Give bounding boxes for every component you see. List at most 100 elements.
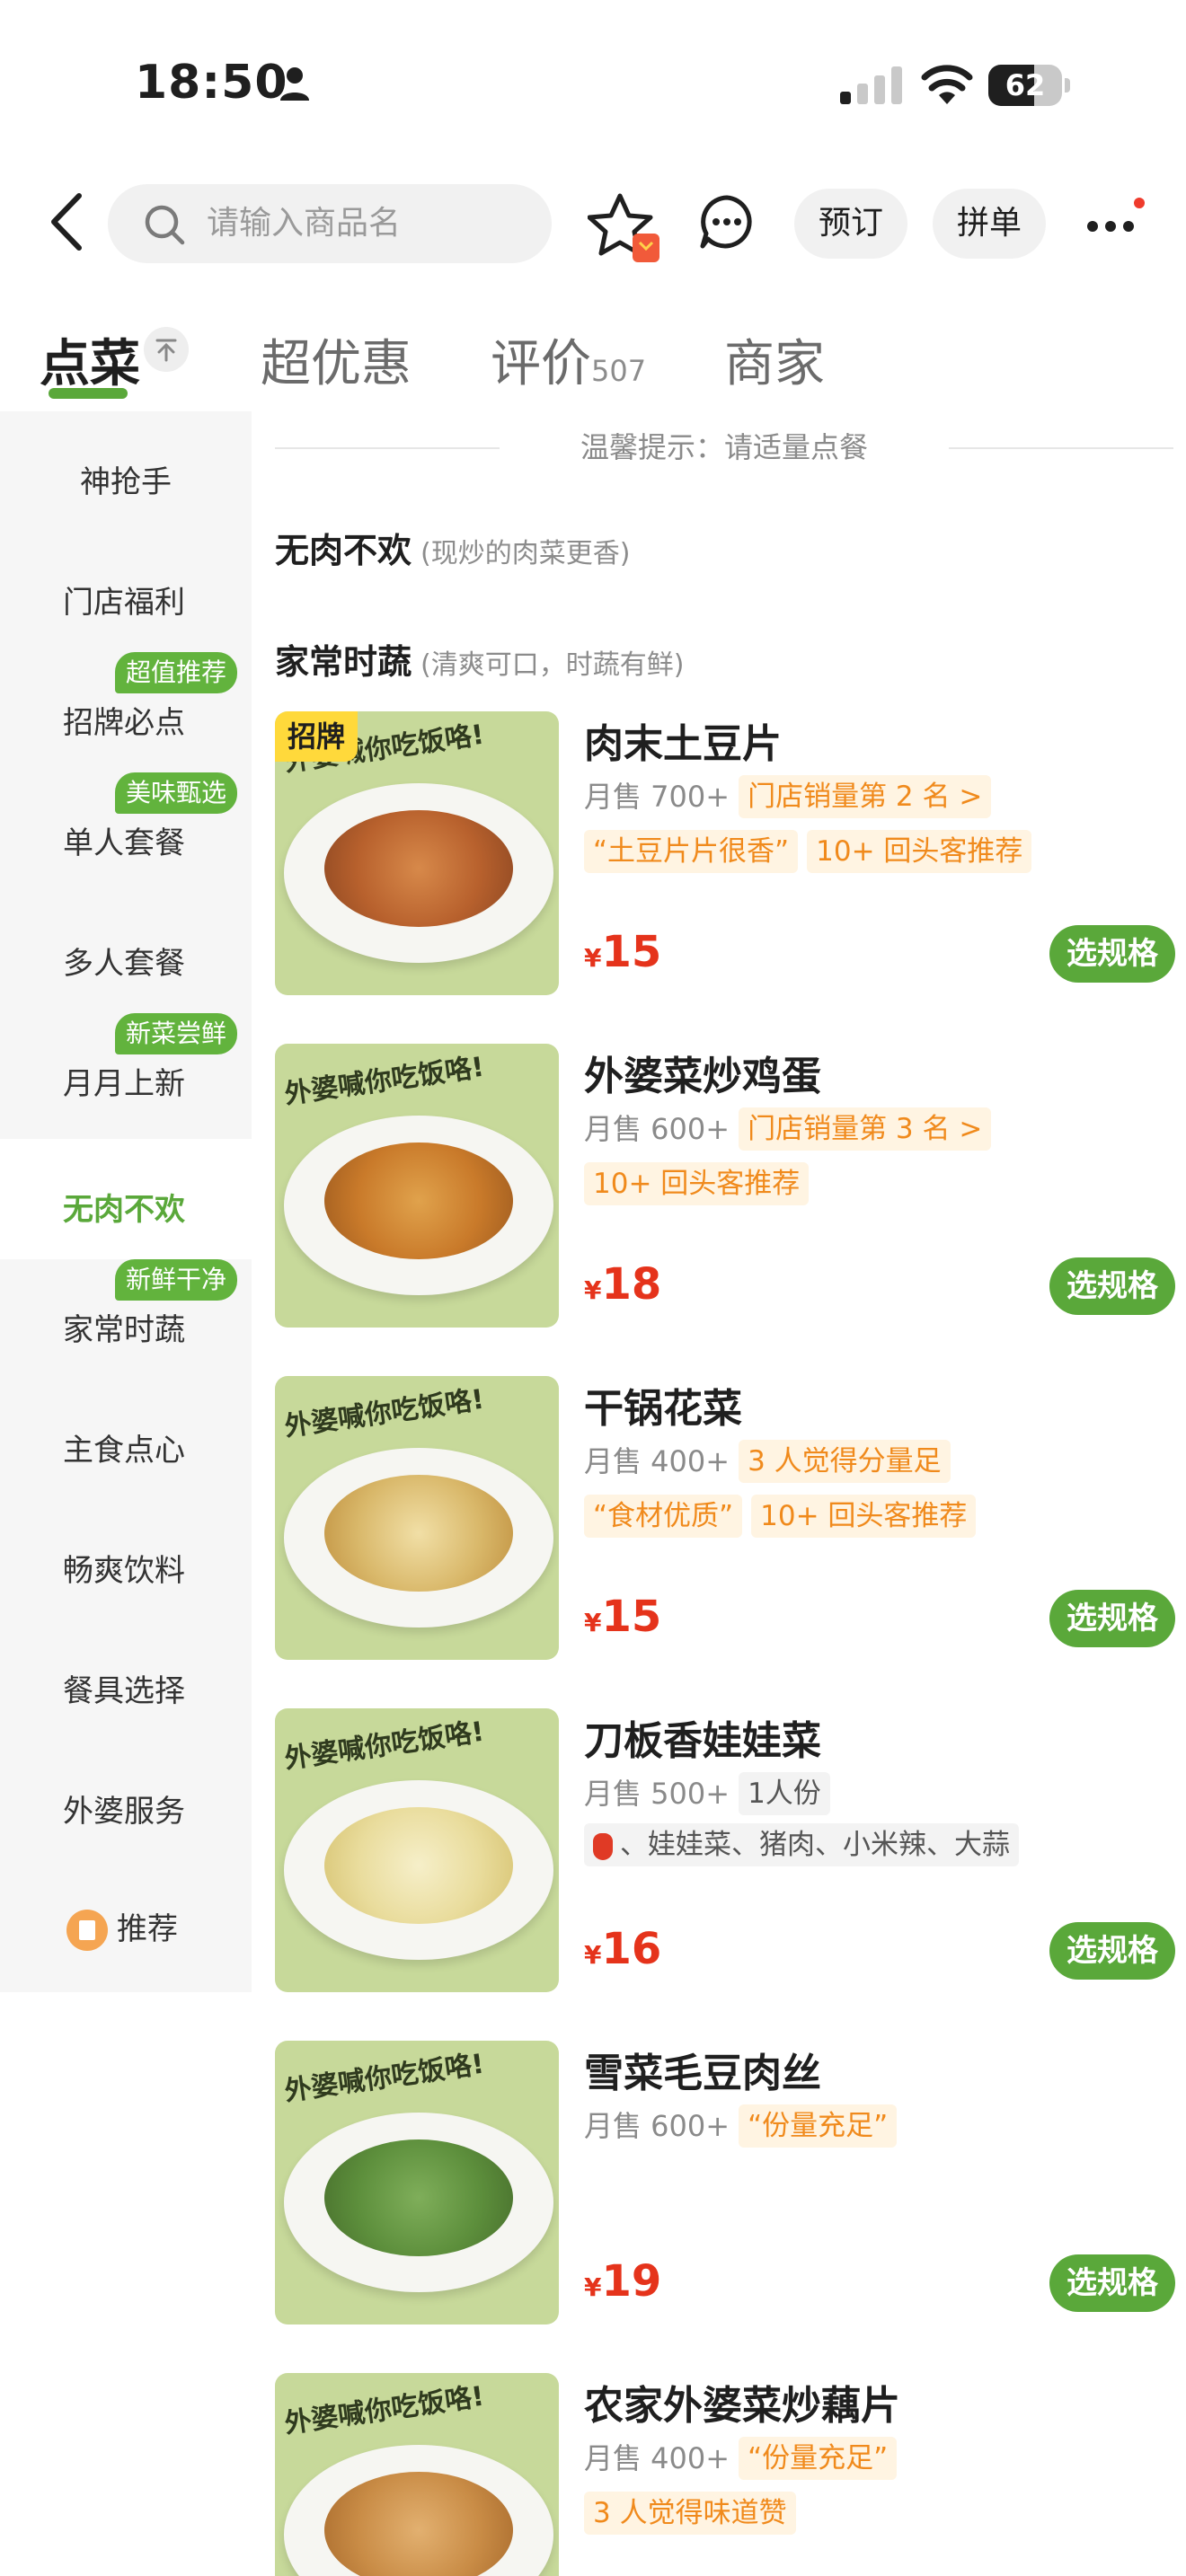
search-input[interactable]: 请输入商品名 bbox=[108, 184, 552, 263]
battery-level: 62 bbox=[1005, 68, 1046, 102]
sidebar-item-monthly-new[interactable]: 新菜尝鲜 月月上新 bbox=[0, 1013, 252, 1134]
sidebar-item-drinks[interactable]: 畅爽饮料 bbox=[0, 1500, 252, 1620]
tab-bar: 点菜 超优惠 评价507 商家 bbox=[0, 305, 1186, 413]
wifi-icon bbox=[921, 65, 973, 104]
image-watermark: 外婆喊你吃饭咯! bbox=[282, 1383, 486, 1443]
dish-tags: 3 人觉得味道赞 bbox=[584, 2492, 805, 2536]
image-watermark: 外婆喊你吃饭咯! bbox=[282, 2048, 486, 2108]
sidebar-item-store-benefits[interactable]: 门店福利 bbox=[0, 532, 252, 652]
monthly-sales: 月售 700+ bbox=[584, 780, 730, 814]
group-order-button[interactable]: 拼单 bbox=[933, 189, 1046, 259]
monthly-sales: 月售 600+ bbox=[584, 1112, 730, 1146]
select-spec-button[interactable]: 选规格 bbox=[1049, 1590, 1175, 1647]
dish-image: 外婆喊你吃饭咯! bbox=[275, 2041, 559, 2325]
sidebar-item-service[interactable]: 外婆服务 bbox=[0, 1741, 252, 1861]
tab-active-indicator bbox=[49, 388, 128, 399]
sidebar-item-meat[interactable]: 无肉不欢 bbox=[0, 1139, 252, 1259]
dish-ingredients: 、娃娃菜、猪肉、小米辣、大蒜 bbox=[584, 1823, 1028, 1868]
sidebar-item-vegetables[interactable]: 新鲜干净 家常时蔬 bbox=[0, 1259, 252, 1380]
portion-tag: 3 人觉得分量足 bbox=[739, 1440, 951, 1483]
chat-icon[interactable] bbox=[699, 194, 755, 250]
dish-card[interactable]: 外婆喊你吃饭咯! 雪菜毛豆肉丝 月售 600+ “份量充足” ¥19 选规格 bbox=[275, 2041, 1175, 2346]
sidebar-item-recommend[interactable]: 推荐 bbox=[0, 1861, 252, 1981]
sidebar-item-single-set[interactable]: 美味甄选 单人套餐 bbox=[0, 772, 252, 893]
tab-merchant[interactable]: 商家 bbox=[724, 323, 825, 396]
reserve-button[interactable]: 预订 bbox=[794, 189, 907, 259]
repeat-tag: 10+ 回头客推荐 bbox=[807, 830, 1032, 873]
section-title-text: 家常时蔬 bbox=[275, 642, 412, 682]
dish-image: 外婆喊你吃饭咯! bbox=[275, 1044, 559, 1328]
monthly-sales: 月售 400+ bbox=[584, 1444, 730, 1478]
sidebar-item-flash[interactable]: 神抢手 bbox=[0, 411, 252, 532]
favorite-star-icon[interactable] bbox=[588, 190, 663, 266]
tab-order[interactable]: 点菜 bbox=[40, 323, 140, 396]
sidebar-item-staples[interactable]: 主食点心 bbox=[0, 1380, 252, 1500]
image-watermark: 外婆喊你吃饭咯! bbox=[282, 1716, 486, 1776]
pin-top-icon[interactable] bbox=[144, 327, 189, 372]
tab-reviews-label: 评价 bbox=[491, 335, 591, 393]
dish-image: 外婆喊你吃饭咯! 招牌 bbox=[275, 711, 559, 995]
section-note: (清爽可口，时蔬有鲜) bbox=[420, 649, 685, 681]
sidebar-item-label: 门店福利 bbox=[63, 585, 185, 621]
dish-card[interactable]: 外婆喊你吃饭咯! 刀板香娃娃菜 月售 500+ 1人份 、娃娃菜、猪肉、小米辣、大… bbox=[275, 1708, 1175, 2014]
tab-deals[interactable]: 超优惠 bbox=[261, 323, 412, 396]
dish-meta: 月售 600+ 门店销量第 3 名 > bbox=[584, 1107, 1000, 1151]
review-tag: “份量充足” bbox=[739, 2104, 898, 2148]
back-icon[interactable] bbox=[43, 190, 90, 253]
dish-meta: 月售 700+ 门店销量第 2 名 > bbox=[584, 774, 1000, 819]
portion-tag: 1人份 bbox=[739, 1772, 830, 1815]
rank-tag[interactable]: 门店销量第 3 名 > bbox=[739, 1107, 992, 1151]
dish-card[interactable]: 外婆喊你吃饭咯! 干锅花菜 月售 400+ 3 人觉得分量足 “食材优质” 10+ … bbox=[275, 1376, 1175, 1681]
image-watermark: 外婆喊你吃饭咯! bbox=[282, 2380, 486, 2440]
more-icon[interactable] bbox=[1085, 196, 1145, 250]
rank-tag[interactable]: 门店销量第 2 名 > bbox=[739, 775, 992, 818]
sidebar-item-label: 推荐 bbox=[117, 1910, 178, 1947]
dish-card[interactable]: 外婆喊你吃饭咯! 外婆菜炒鸡蛋 月售 600+ 门店销量第 3 名 > 10+ 回… bbox=[275, 1044, 1175, 1349]
signal-icon bbox=[840, 66, 902, 104]
sidebar-item-label: 神抢手 bbox=[80, 464, 172, 500]
dish-meta: 月售 600+ “份量充足” bbox=[584, 2104, 906, 2148]
sidebar-item-label: 月月上新 bbox=[63, 1066, 185, 1102]
sidebar-item-signature[interactable]: 超值推荐 招牌必点 bbox=[0, 652, 252, 772]
review-count: 507 bbox=[591, 354, 647, 388]
dish-meta: 月售 400+ 3 人觉得分量足 bbox=[584, 1439, 960, 1484]
dish-image: 外婆喊你吃饭咯! bbox=[275, 1376, 559, 1660]
tab-reviews[interactable]: 评价507 bbox=[491, 323, 646, 396]
monthly-sales: 月售 400+ bbox=[584, 2441, 730, 2475]
sidebar-item-label: 主食点心 bbox=[63, 1433, 185, 1469]
sidebar-tag: 超值推荐 bbox=[115, 652, 238, 693]
chili-icon bbox=[593, 1832, 613, 1860]
tip-text: 温馨提示：请适量点餐 bbox=[580, 430, 868, 464]
dish-tags: “土豆片片很香” 10+ 回头客推荐 bbox=[584, 830, 1040, 875]
select-spec-button[interactable]: 选规格 bbox=[1049, 1922, 1175, 1980]
status-bar: 18:50 62 bbox=[0, 0, 1186, 171]
sidebar-item-group-set[interactable]: 多人套餐 bbox=[0, 893, 252, 1013]
review-tag: “份量充足” bbox=[739, 2437, 898, 2480]
dish-meta: 月售 400+ “份量充足” bbox=[584, 2436, 906, 2481]
dish-image: 外婆喊你吃饭咯! bbox=[275, 1708, 559, 1992]
sidebar-item-label: 家常时蔬 bbox=[63, 1312, 185, 1348]
tab-order-label: 点菜 bbox=[40, 335, 140, 393]
sidebar-item-label: 餐具选择 bbox=[63, 1673, 185, 1709]
sidebar-item-label: 招牌必点 bbox=[63, 705, 185, 741]
select-spec-button[interactable]: 选规格 bbox=[1049, 2254, 1175, 2312]
dish-price: ¥18 bbox=[584, 1259, 662, 1310]
dish-card[interactable]: 外婆喊你吃饭咯! 招牌 肉末土豆片 月售 700+ 门店销量第 2 名 > “土豆… bbox=[275, 711, 1175, 1017]
select-spec-button[interactable]: 选规格 bbox=[1049, 1257, 1175, 1315]
battery-icon: 62 bbox=[988, 65, 1071, 106]
dish-card[interactable]: 外婆喊你吃饭咯! 农家外婆菜炒藕片 月售 400+ “份量充足” 3 人觉得味道赞 bbox=[275, 2373, 1173, 2576]
menu-content: 温馨提示：请适量点餐 无肉不欢 (现炒的肉菜更香) 家常时蔬 (清爽可口，时蔬有鲜)… bbox=[252, 411, 1186, 2576]
signature-badge: 招牌 bbox=[275, 711, 358, 762]
sidebar-item-tableware[interactable]: 餐具选择 bbox=[0, 1620, 252, 1741]
category-sidebar: 神抢手 门店福利 超值推荐 招牌必点 美味甄选 单人套餐 多人套餐 新菜尝鲜 月… bbox=[0, 411, 252, 1992]
dish-price: ¥19 bbox=[584, 2256, 662, 2307]
dish-price: ¥15 bbox=[584, 927, 662, 977]
sidebar-item-label: 外婆服务 bbox=[63, 1794, 185, 1830]
select-spec-button[interactable]: 选规格 bbox=[1049, 925, 1175, 983]
dish-meta: 月售 500+ 1人份 bbox=[584, 1771, 839, 1816]
monthly-sales: 月售 600+ bbox=[584, 2109, 730, 2143]
monthly-sales: 月售 500+ bbox=[584, 1777, 730, 1811]
tip-banner: 温馨提示：请适量点餐 bbox=[275, 420, 1173, 474]
dish-name: 农家外婆菜炒藕片 bbox=[584, 2383, 900, 2429]
section-title-text: 无肉不欢 bbox=[275, 531, 412, 570]
